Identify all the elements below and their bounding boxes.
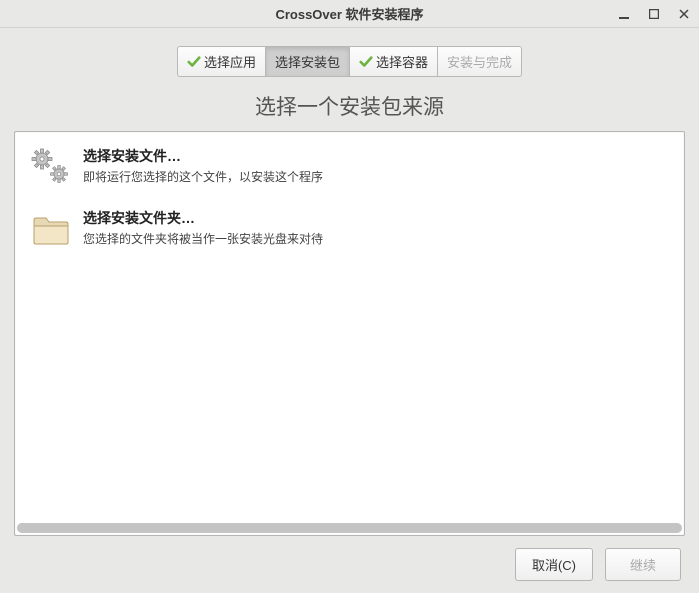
folder-icon (31, 210, 71, 250)
option-text: 选择安装文件… 即将运行您选择的这个文件，以安装这个程序 (83, 146, 323, 185)
check-icon (359, 55, 373, 69)
tab-select-bottle[interactable]: 选择容器 (350, 46, 438, 77)
content-area: 选择应用 选择安装包 选择容器 安装与完成 选择一个安装包来源 (0, 28, 699, 593)
tab-label: 选择安装包 (275, 52, 340, 71)
step-tabs: 选择应用 选择安装包 选择容器 安装与完成 (14, 46, 685, 77)
option-select-file[interactable]: 选择安装文件… 即将运行您选择的这个文件，以安装这个程序 (29, 142, 670, 204)
maximize-button[interactable] (643, 4, 665, 24)
continue-button[interactable]: 继续 (605, 548, 681, 581)
cancel-button[interactable]: 取消(C) (515, 548, 593, 581)
horizontal-scrollbar[interactable] (17, 523, 682, 533)
window-title: CrossOver 软件安装程序 (275, 4, 423, 23)
scrollbar-thumb[interactable] (17, 523, 682, 533)
minimize-button[interactable] (613, 4, 635, 24)
window-controls (613, 0, 695, 28)
installer-window: CrossOver 软件安装程序 选择应用 选择安装包 选择容器 (0, 0, 699, 593)
option-select-folder[interactable]: 选择安装文件夹… 您选择的文件夹将被当作一张安装光盘来对待 (29, 204, 670, 266)
option-text: 选择安装文件夹… 您选择的文件夹将被当作一张安装光盘来对待 (83, 208, 323, 247)
option-title: 选择安装文件夹… (83, 208, 323, 228)
footer-buttons: 取消(C) 继续 (14, 536, 685, 583)
tab-select-app[interactable]: 选择应用 (177, 46, 266, 77)
option-desc: 即将运行您选择的这个文件，以安装这个程序 (83, 168, 323, 185)
gears-icon (31, 148, 71, 188)
source-list: 选择安装文件… 即将运行您选择的这个文件，以安装这个程序 选择安装文件夹… 您选… (14, 131, 685, 536)
tab-select-package[interactable]: 选择安装包 (266, 46, 350, 77)
check-icon (187, 55, 201, 69)
option-desc: 您选择的文件夹将被当作一张安装光盘来对待 (83, 230, 323, 247)
tab-label: 选择应用 (204, 52, 256, 71)
tab-label: 安装与完成 (447, 52, 512, 71)
tab-install-finish: 安装与完成 (438, 46, 522, 77)
option-title: 选择安装文件… (83, 146, 323, 166)
page-heading: 选择一个安装包来源 (14, 91, 685, 121)
close-button[interactable] (673, 4, 695, 24)
list-inner: 选择安装文件… 即将运行您选择的这个文件，以安装这个程序 选择安装文件夹… 您选… (15, 132, 684, 276)
tab-label: 选择容器 (376, 52, 428, 71)
titlebar: CrossOver 软件安装程序 (0, 0, 699, 28)
